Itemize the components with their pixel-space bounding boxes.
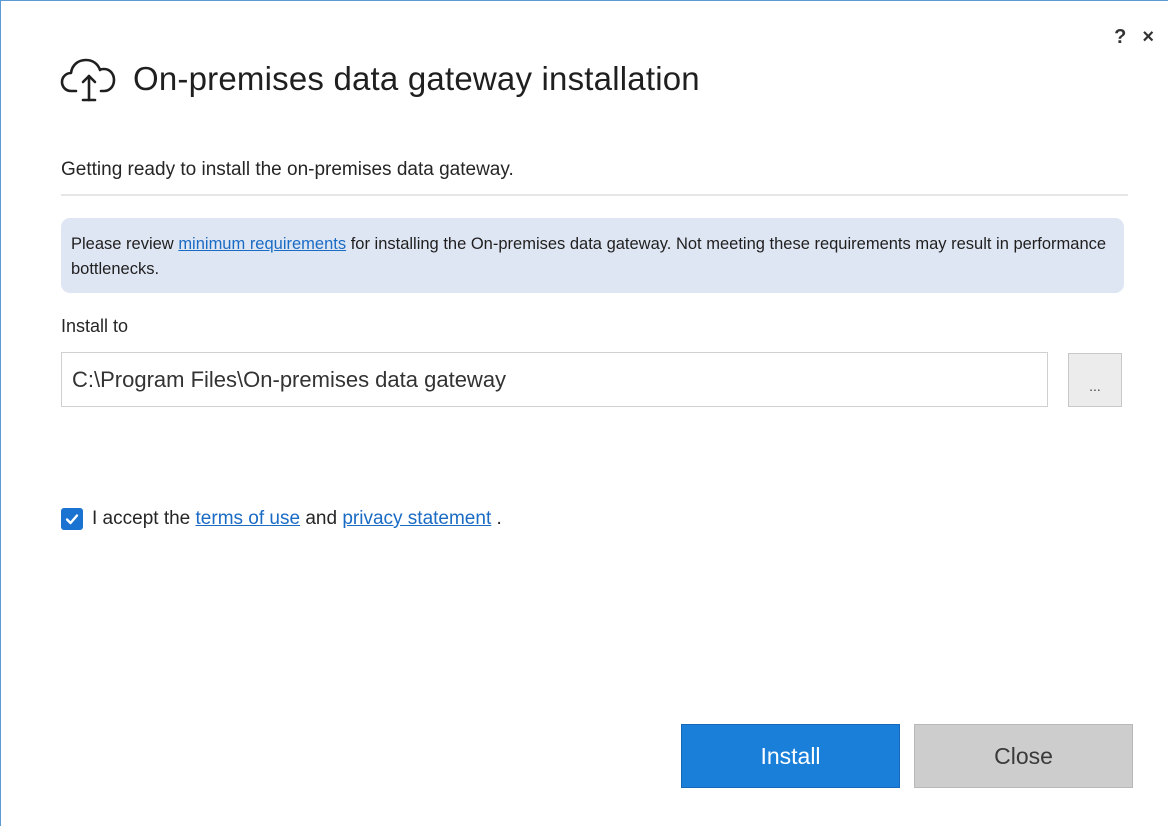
install-path-input[interactable] [61, 352, 1048, 407]
status-text: Getting ready to install the on-premises… [61, 159, 514, 180]
cloud-upload-icon [60, 58, 116, 102]
help-icon[interactable]: ? [1114, 27, 1126, 47]
close-icon[interactable]: × [1142, 27, 1154, 47]
terms-text: I accept the terms of use and privacy st… [92, 508, 502, 530]
privacy-statement-link[interactable]: privacy statement [342, 508, 491, 529]
browse-button[interactable]: ... [1068, 353, 1122, 407]
close-button[interactable]: Close [914, 724, 1133, 788]
notice-prefix: Please review [71, 235, 179, 253]
accept-terms-checkbox[interactable] [61, 508, 83, 530]
divider [61, 194, 1128, 196]
page-title: On-premises data gateway installation [133, 60, 700, 97]
terms-row: I accept the terms of use and privacy st… [61, 508, 502, 530]
installer-window: ? × On-premises data gateway installatio… [0, 0, 1168, 826]
window-controls: ? × [1114, 27, 1154, 47]
minimum-requirements-link[interactable]: minimum requirements [178, 235, 346, 253]
terms-middle: and [300, 508, 343, 529]
install-to-label: Install to [61, 316, 129, 336]
terms-prefix: I accept the [92, 508, 196, 529]
header: On-premises data gateway installation [59, 53, 700, 105]
terms-suffix: . [491, 508, 502, 529]
requirements-notice: Please review minimum requirements for i… [61, 218, 1124, 293]
install-button[interactable]: Install [681, 724, 900, 788]
terms-of-use-link[interactable]: terms of use [196, 508, 301, 529]
checkmark-icon [65, 514, 79, 525]
